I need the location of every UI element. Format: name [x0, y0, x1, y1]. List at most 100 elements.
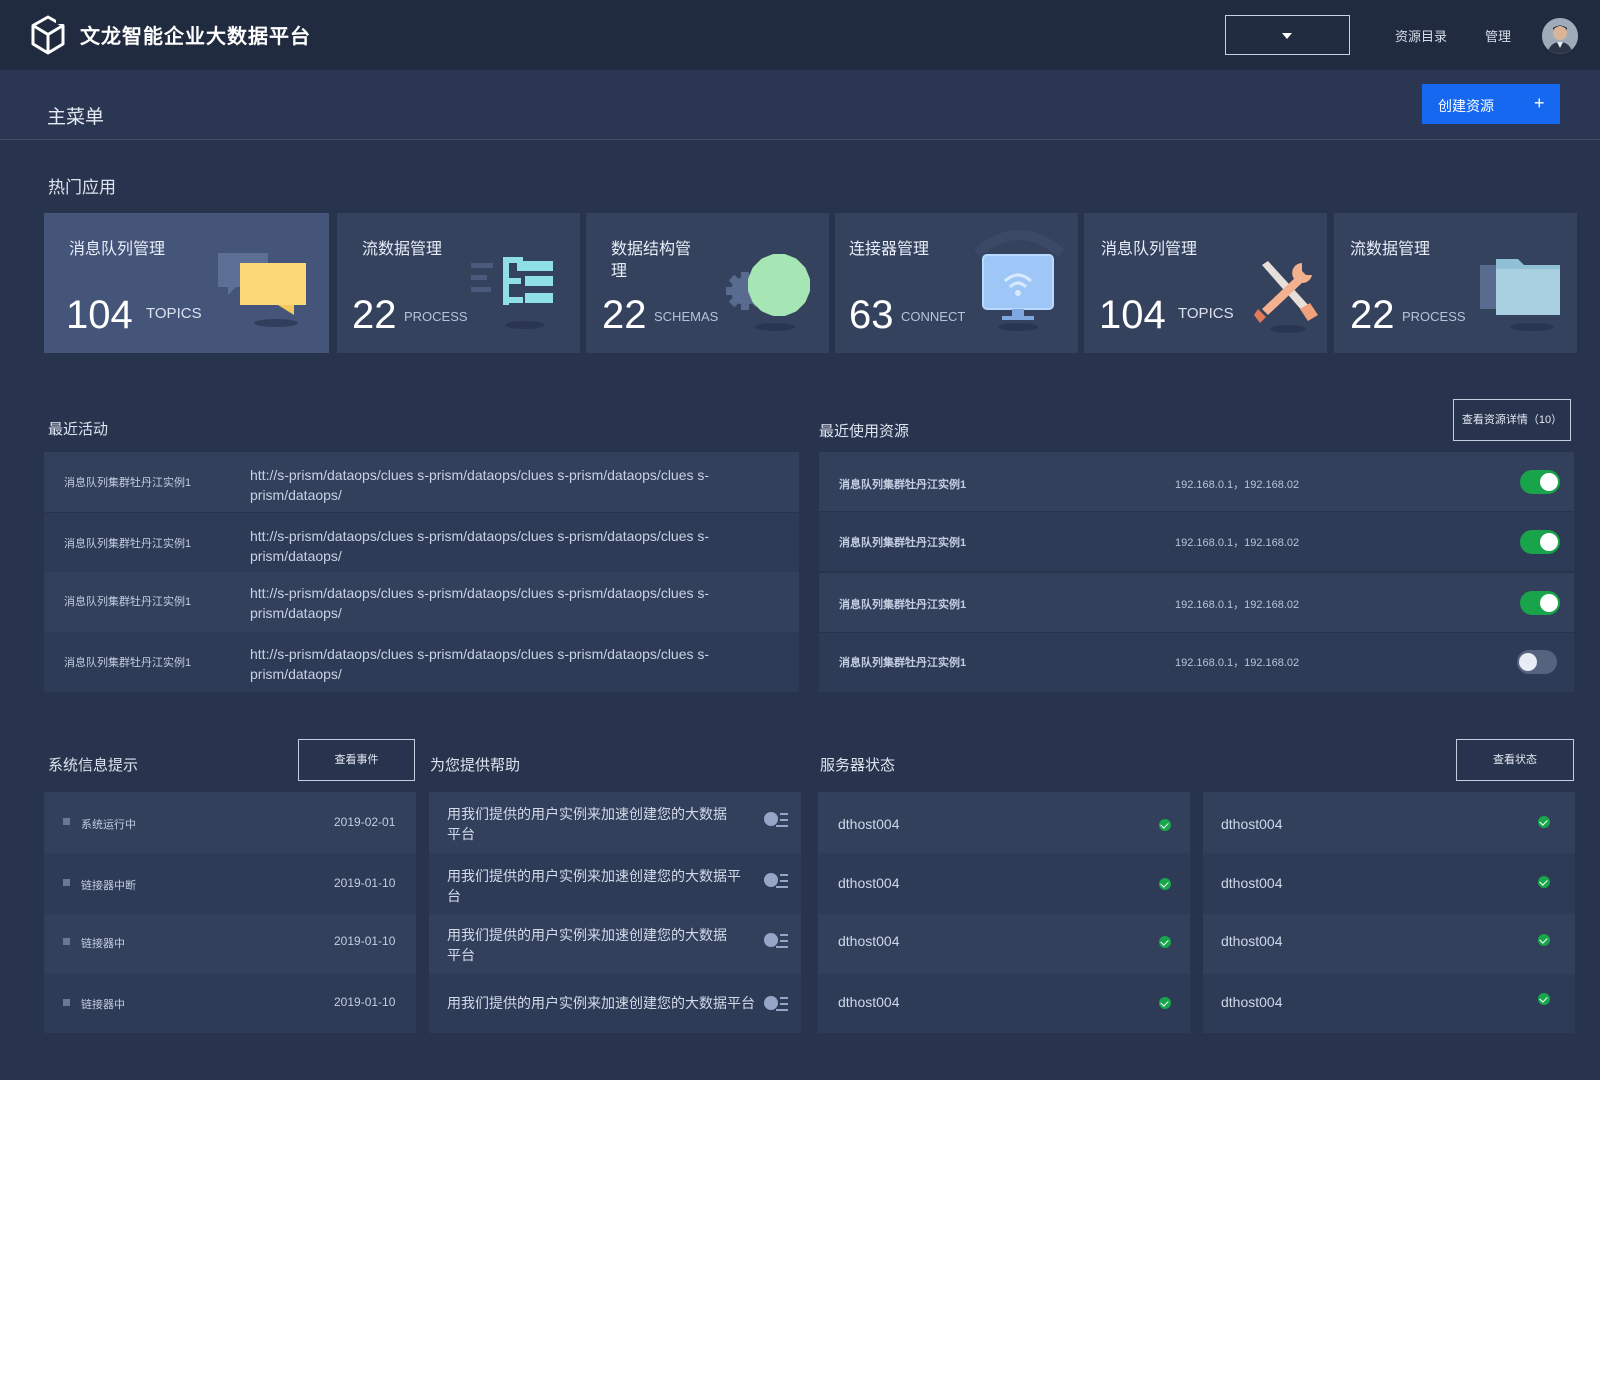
system-info-label: 链接器中断 [81, 880, 136, 892]
caret-down-icon [1282, 33, 1292, 39]
resource-name: 消息队列集群牡丹江实例1 [839, 479, 967, 491]
toggle-knob [1540, 533, 1558, 551]
check-circle-icon [1159, 936, 1171, 948]
help-row[interactable]: 用我们提供的用户实例来加速创建您的大数据平台 [429, 914, 801, 974]
activity-url[interactable]: htt://s-prism/dataops/clues s-prism/data… [250, 644, 775, 684]
app-card-connect[interactable]: 连接器管理 63 CONNECT [835, 213, 1078, 353]
check-circle-icon [1159, 878, 1171, 890]
create-resource-button[interactable]: 创建资源 + [1422, 84, 1560, 124]
card-unit: TOPICS [1178, 305, 1234, 322]
resource-ips: 192.168.0.1，192.168.02 [1175, 537, 1300, 549]
avatar[interactable] [1542, 18, 1578, 54]
view-events-button[interactable]: 查看事件 [298, 739, 415, 781]
resource-row: 消息队列集群牡丹江实例1 192.168.0.1，192.168.02 [819, 512, 1574, 571]
toggle-knob [1540, 594, 1558, 612]
help-row[interactable]: 用我们提供的用户实例来加速创建您的大数据平台 [429, 974, 801, 1033]
system-info-row: 链接器中断 2019-01-10 [44, 853, 416, 914]
system-info-label: 系统运行中 [81, 819, 136, 831]
help-row[interactable]: 用我们提供的用户实例来加速创建您的大数据平台 [429, 853, 801, 914]
resource-toggle[interactable] [1520, 470, 1560, 494]
search-list-icon [764, 812, 788, 827]
help-text[interactable]: 用我们提供的用户实例来加速创建您的大数据平台 [447, 866, 752, 906]
host-name: dthost004 [838, 875, 900, 891]
card-title: 消息队列管理 [1101, 241, 1198, 258]
resource-name: 消息队列集群牡丹江实例1 [839, 537, 967, 549]
system-info-date: 2019-01-10 [334, 876, 396, 890]
activity-name: 消息队列集群牡丹江实例1 [64, 596, 192, 608]
help-row[interactable]: 用我们提供的用户实例来加速创建您的大数据平台 [429, 792, 801, 853]
server-row: dthost004 [1203, 974, 1575, 1033]
help-text[interactable]: 用我们提供的用户实例来加速创建您的大数据平台 [447, 993, 757, 1013]
help-text[interactable]: 用我们提供的用户实例来加速创建您的大数据平台 [447, 804, 739, 844]
nav-resource-catalog[interactable]: 资源目录 [1395, 26, 1447, 45]
system-info-label: 链接器中 [81, 938, 125, 950]
app-card-schemas[interactable]: 数据结构管理 22 SCHEMAS [586, 213, 829, 353]
create-resource-label: 创建资源 [1438, 98, 1494, 114]
app-card-process-1[interactable]: 流数据管理 22 PROCESS [337, 213, 580, 353]
card-count: 22 [352, 293, 397, 337]
server-row: dthost004 [818, 974, 1190, 1033]
view-status-button[interactable]: 查看状态 [1456, 739, 1574, 781]
system-info-row: 系统运行中 2019-02-01 [44, 792, 416, 853]
activity-name: 消息队列集群牡丹江实例1 [64, 657, 192, 669]
workspace-select[interactable] [1225, 15, 1350, 55]
card-count: 104 [1099, 293, 1166, 337]
resource-toggle[interactable] [1520, 591, 1560, 615]
card-count: 104 [66, 293, 133, 337]
resource-row: 消息队列集群牡丹江实例1 192.168.0.1，192.168.02 [819, 633, 1574, 692]
gears-icon [726, 254, 810, 331]
check-circle-icon [1159, 819, 1171, 831]
recent-resources-title: 最近使用资源 [819, 423, 910, 440]
server-row: dthost004 [818, 792, 1190, 853]
nav-admin[interactable]: 管理 [1485, 26, 1511, 45]
card-count: 22 [1350, 293, 1395, 337]
card-unit: PROCESS [1402, 309, 1466, 324]
card-unit: CONNECT [901, 309, 966, 324]
check-circle-icon [1159, 997, 1171, 1009]
system-info-date: 2019-02-01 [334, 815, 396, 829]
activity-row[interactable]: 消息队列集群牡丹江实例1 htt://s-prism/dataops/clues… [44, 513, 799, 573]
activity-name: 消息队列集群牡丹江实例1 [64, 477, 192, 489]
card-unit: PROCESS [404, 309, 468, 324]
chat-bubbles-icon [218, 253, 306, 327]
plus-icon: + [1534, 93, 1545, 113]
resource-ips: 192.168.0.1，192.168.02 [1175, 479, 1300, 491]
resource-name: 消息队列集群牡丹江实例1 [839, 599, 967, 611]
card-title: 流数据管理 [1350, 241, 1431, 258]
host-name: dthost004 [1221, 816, 1283, 832]
app-card-topics-2[interactable]: 消息队列管理 104 TOPICS [1084, 213, 1327, 353]
activity-row[interactable]: 消息队列集群牡丹江实例1 htt://s-prism/dataops/clues… [44, 632, 799, 692]
resource-toggle[interactable] [1520, 530, 1560, 554]
status-bullet [63, 879, 70, 886]
main-menu-bar: 主菜单 创建资源 + [0, 70, 1600, 140]
host-name: dthost004 [838, 933, 900, 949]
view-resource-details-button[interactable]: 查看资源详情（10） [1453, 399, 1571, 441]
resource-toggle[interactable] [1517, 650, 1557, 674]
status-bullet [63, 999, 70, 1006]
app-title: 文龙智能企业大数据平台 [80, 26, 311, 48]
tools-icon [1254, 261, 1318, 333]
server-row: dthost004 [1203, 914, 1575, 974]
activity-url[interactable]: htt://s-prism/dataops/clues s-prism/data… [250, 526, 775, 566]
activity-url[interactable]: htt://s-prism/dataops/clues s-prism/data… [250, 583, 775, 623]
app-card-topics-1[interactable]: 消息队列管理 104 TOPICS [44, 213, 329, 353]
server-row: dthost004 [818, 853, 1190, 914]
folder-icon [1480, 259, 1560, 331]
system-info-date: 2019-01-10 [334, 934, 396, 948]
activity-row[interactable]: 消息队列集群牡丹江实例1 htt://s-prism/dataops/clues… [44, 452, 799, 512]
card-unit: TOPICS [146, 305, 202, 322]
card-count: 22 [602, 293, 647, 337]
host-name: dthost004 [838, 816, 900, 832]
toggle-knob [1540, 473, 1558, 491]
toggle-knob [1519, 653, 1537, 671]
help-text[interactable]: 用我们提供的用户实例来加速创建您的大数据平台 [447, 925, 739, 965]
app-card-process-2[interactable]: 流数据管理 22 PROCESS [1334, 213, 1577, 353]
activity-url[interactable]: htt://s-prism/dataops/clues s-prism/data… [250, 465, 775, 505]
search-list-icon [764, 873, 788, 888]
host-name: dthost004 [1221, 994, 1283, 1010]
system-info-row: 链接器中 2019-01-10 [44, 974, 416, 1033]
resource-ips: 192.168.0.1，192.168.02 [1175, 657, 1300, 669]
activity-row[interactable]: 消息队列集群牡丹江实例1 htt://s-prism/dataops/clues… [44, 572, 799, 632]
card-unit: SCHEMAS [654, 309, 719, 324]
hot-apps-title: 热门应用 [48, 178, 116, 197]
